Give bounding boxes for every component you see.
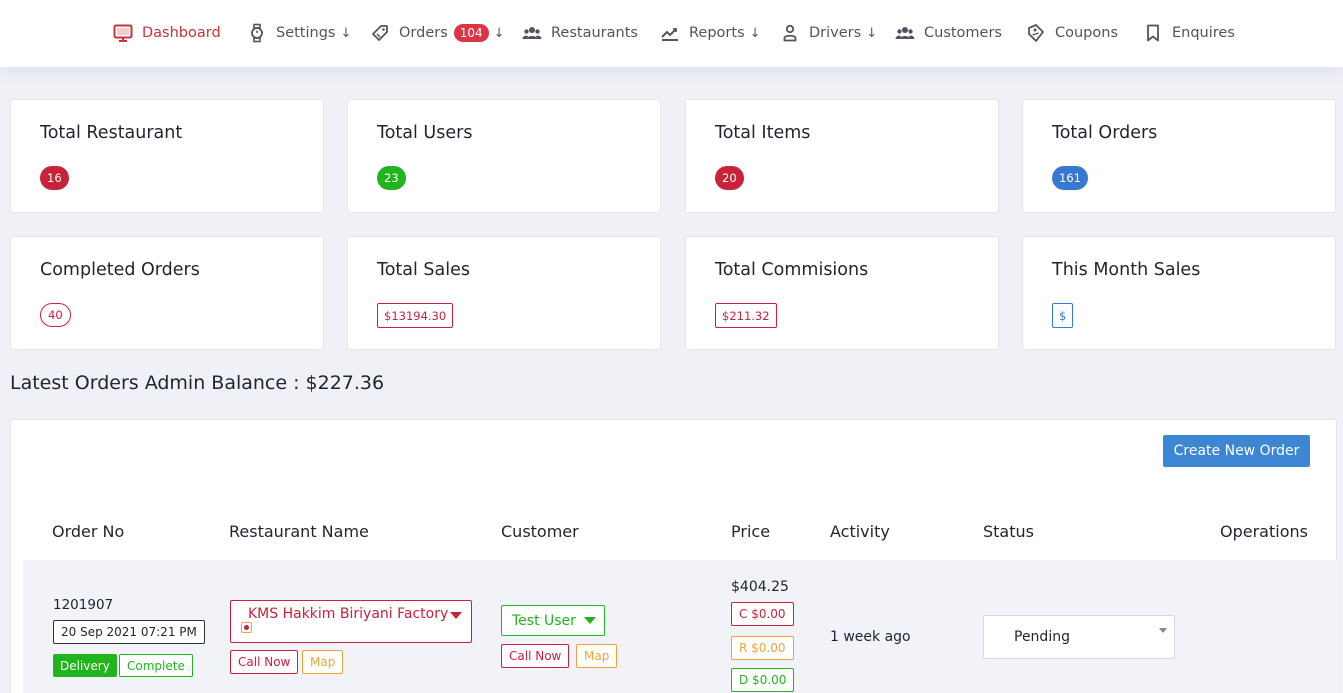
person-icon [783, 24, 797, 42]
column-header-operations: Operations [1220, 522, 1308, 541]
nav-restaurants[interactable]: Restaurants [522, 22, 638, 44]
customer-map-button[interactable]: Map [576, 644, 618, 668]
nav-customers[interactable]: Customers [895, 22, 1002, 44]
customer-dropdown[interactable]: Test User [501, 605, 605, 636]
nav-label: Drivers [809, 25, 862, 41]
create-new-order-button[interactable]: Create New Order [1163, 435, 1310, 467]
stat-card-total-sales: Total Sales $13194.30 [347, 236, 661, 350]
stat-card-total-items: Total Items 20 [685, 99, 999, 213]
nav-label: Dashboard [142, 25, 221, 41]
stat-card-this-month-sales: This Month Sales $ [1022, 236, 1336, 350]
latest-orders-title: Latest Orders Admin Balance : $227.36 [10, 372, 385, 394]
coupon-icon [1028, 24, 1044, 42]
column-header-restaurant-name: Restaurant Name [229, 522, 369, 541]
nav-reports[interactable]: Reports ↓ [660, 22, 761, 44]
chart-icon [661, 28, 678, 41]
order-type-badge: Delivery [53, 654, 117, 677]
stat-title: Total Items [715, 123, 811, 143]
stat-title: Total Orders [1052, 123, 1158, 143]
nav-dashboard[interactable]: Dashboard [113, 22, 221, 44]
customer-call-now-button[interactable]: Call Now [501, 644, 570, 668]
nav-label: Customers [924, 25, 1002, 41]
users-icon [522, 27, 542, 39]
commission-amount: C $0.00 [731, 602, 794, 626]
nav-orders[interactable]: Orders 104 ↓ [370, 22, 505, 44]
caret-down-icon [1159, 628, 1167, 633]
driver-amount: D $0.00 [731, 668, 795, 692]
column-header-customer: Customer [501, 522, 579, 541]
stat-card-total-users: Total Users 23 [347, 99, 661, 213]
watch-icon [251, 23, 263, 43]
nav-label: Enquires [1172, 25, 1235, 41]
stat-title: This Month Sales [1052, 260, 1201, 280]
nav-label: Coupons [1055, 25, 1119, 41]
restaurant-dropdown[interactable]: KMS Hakkim Biriyani Factory [230, 600, 472, 643]
order-state-badge: Complete [119, 654, 193, 677]
nav-label: Orders [399, 25, 448, 41]
order-price: $404.25 [731, 579, 789, 595]
stat-value-badge: $211.32 [715, 303, 777, 328]
arrow-down-icon: ↓ [340, 25, 352, 41]
stat-title: Total Restaurant [40, 123, 183, 143]
arrow-down-icon: ↓ [749, 25, 761, 41]
stat-title: Total Users [377, 123, 473, 143]
arrow-down-icon: ↓ [493, 25, 505, 41]
monitor-icon [113, 24, 133, 42]
stat-card-total-orders: Total Orders 161 [1022, 99, 1336, 213]
stat-card-completed-orders: Completed Orders 40 [10, 236, 324, 350]
column-header-price: Price [731, 522, 771, 541]
stat-title: Total Commisions [715, 260, 869, 280]
stat-value-badge: 20 [715, 166, 744, 190]
order-date: 20 Sep 2021 07:21 PM [53, 620, 205, 644]
status-select[interactable]: Pending [983, 615, 1175, 659]
caret-down-icon [583, 617, 596, 624]
nav-label: Settings [276, 25, 336, 41]
stat-card-total-commisions: Total Commisions $211.32 [685, 236, 999, 350]
nav-settings[interactable]: Settings ↓ [247, 22, 351, 44]
users-icon [895, 27, 915, 39]
stat-value-badge: $13194.30 [377, 303, 454, 328]
nav-enquires[interactable]: Enquires [1143, 22, 1235, 44]
column-header-order-no: Order No [52, 522, 125, 541]
order-number: 1201907 [53, 597, 114, 613]
customer-name: Test User [512, 612, 576, 629]
top-navigation: Dashboard Settings ↓ Orders 104 ↓ Restau… [0, 0, 1343, 67]
restaurant-name: KMS Hakkim Biriyani Factory [248, 606, 449, 622]
stat-value-badge: 23 [377, 166, 406, 190]
tag-icon [372, 25, 388, 41]
arrow-down-icon: ↓ [866, 25, 878, 41]
stat-title: Completed Orders [40, 260, 200, 280]
status-value: Pending [1014, 629, 1070, 645]
stat-value-badge: 16 [40, 166, 69, 190]
orders-panel: Create New Order Order No Restaurant Nam… [10, 419, 1338, 693]
restaurant-amount: R $0.00 [731, 636, 794, 660]
stat-card-total-restaurant: Total Restaurant 16 [10, 99, 324, 213]
orders-count-badge: 104 [453, 24, 489, 42]
stat-title: Total Sales [377, 260, 471, 280]
stat-value-badge: 161 [1052, 166, 1088, 190]
column-header-status: Status [983, 522, 1034, 541]
column-header-activity: Activity [830, 522, 890, 541]
stat-value-badge: $ [1052, 303, 1074, 328]
veg-indicator-icon [241, 622, 252, 633]
restaurant-map-button[interactable]: Map [302, 650, 344, 674]
bookmark-icon [1147, 24, 1159, 42]
order-activity: 1 week ago [830, 629, 911, 645]
nav-coupons[interactable]: Coupons [1026, 22, 1118, 44]
caret-down-icon [450, 612, 462, 619]
stat-value-badge: 40 [40, 303, 71, 327]
nav-label: Restaurants [551, 25, 638, 41]
nav-drivers[interactable]: Drivers ↓ [780, 22, 877, 44]
nav-label: Reports [689, 25, 745, 41]
restaurant-call-now-button[interactable]: Call Now [230, 650, 299, 674]
